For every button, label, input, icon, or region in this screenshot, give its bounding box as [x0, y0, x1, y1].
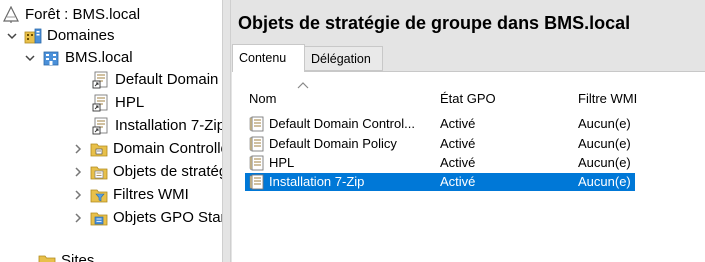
tree-item-forest[interactable]: Forêt : BMS.local [2, 4, 140, 26]
column-header-wmi[interactable]: Filtre WMI [578, 72, 698, 108]
cell-state: Activé [440, 136, 476, 151]
chevron-right-icon[interactable] [70, 187, 86, 203]
tree-item-domain-controllers[interactable]: Domain Controllers [70, 138, 222, 160]
tree-item-gpo-container[interactable]: Objets de stratégie de groupe [70, 161, 222, 183]
starter-gpo-folder-icon [90, 209, 108, 227]
tree-item-label: Objets de stratégie de groupe [113, 163, 222, 180]
tree-item-label: Forêt : BMS.local [25, 6, 141, 23]
table-row[interactable]: HPL Activé Aucun(e) [232, 154, 705, 172]
table-row[interactable]: Default Domain Policy Activé Aucun(e) [232, 135, 705, 153]
tab-delegation[interactable]: Délégation [305, 46, 383, 71]
gpo-link-icon [92, 71, 110, 89]
sites-icon [38, 252, 56, 262]
table-row[interactable]: Default Domain Control... Activé Aucun(e… [232, 115, 705, 133]
tree-item-gpo-link[interactable]: HPL [92, 92, 144, 114]
wmi-filter-folder-icon [90, 186, 108, 204]
gpo-icon [249, 116, 265, 132]
cell-name: Default Domain Control... [269, 116, 415, 131]
chevron-right-icon[interactable] [70, 141, 86, 157]
tree-item-label: BMS.local [65, 49, 133, 66]
gpo-icon [249, 174, 265, 190]
cell-name: Installation 7-Zip [269, 174, 365, 189]
details-pane: Objets de stratégie de groupe dans BMS.l… [231, 0, 705, 262]
tree-item-label: Sites [61, 252, 95, 262]
cell-name: Default Domain Policy [269, 136, 397, 151]
cell-wmi: Aucun(e) [578, 116, 631, 131]
tree-item-domains[interactable]: Domaines [4, 25, 115, 47]
sort-ascending-icon [297, 77, 309, 92]
domain-icon [42, 49, 60, 67]
tree-item-label: Installation 7-Zip [115, 117, 222, 134]
tree-item-sites[interactable]: Sites [22, 250, 94, 262]
tab-contenu[interactable]: Contenu [232, 44, 305, 72]
cell-wmi: Aucun(e) [578, 155, 631, 170]
gpmc-window: Forêt : BMS.local Domaines BMS.local Def… [0, 0, 705, 262]
cell-state: Activé [440, 155, 476, 170]
cell-state: Activé [440, 174, 476, 189]
tree-item-gpo-link[interactable]: Default Domain Policy [92, 69, 222, 91]
tree-item-bms-local[interactable]: BMS.local [22, 47, 133, 69]
table-row-selected[interactable]: Installation 7-Zip Activé Aucun(e) [245, 173, 635, 191]
gpo-list[interactable]: Nom État GPO Filtre WMI Default Domain C… [232, 71, 705, 262]
console-tree[interactable]: Forêt : BMS.local Domaines BMS.local Def… [0, 0, 222, 262]
gpo-icon [249, 155, 265, 171]
gpo-link-icon [92, 117, 110, 135]
tree-item-label: Filtres WMI [113, 186, 189, 203]
tree-item-label: Domain Controllers [113, 140, 222, 157]
page-title: Objets de stratégie de groupe dans BMS.l… [238, 13, 631, 33]
column-header-state[interactable]: État GPO [440, 72, 570, 108]
ou-folder-icon [90, 140, 108, 158]
cell-wmi: Aucun(e) [578, 136, 631, 151]
tree-item-label: Default Domain Policy [115, 71, 222, 88]
gpo-icon [249, 136, 265, 152]
gpo-link-icon [92, 94, 110, 112]
chevron-down-icon[interactable] [4, 28, 20, 44]
tree-item-label: Objets GPO Starter [113, 209, 222, 226]
chevron-right-icon[interactable] [70, 164, 86, 180]
forest-icon [2, 5, 20, 24]
tree-item-wmi-filters[interactable]: Filtres WMI [70, 184, 189, 206]
column-header-name[interactable]: Nom [249, 72, 439, 108]
tree-item-gpo-link[interactable]: Installation 7-Zip [92, 115, 222, 137]
chevron-right-icon[interactable] [70, 210, 86, 226]
tree-item-label: Domaines [47, 27, 115, 44]
pane-splitter[interactable] [222, 0, 231, 262]
tree-item-label: HPL [115, 94, 145, 111]
tree-item-starter-gpos[interactable]: Objets GPO Starter [70, 207, 222, 229]
gpo-container-icon [90, 163, 108, 181]
cell-wmi: Aucun(e) [578, 174, 631, 189]
chevron-down-icon[interactable] [22, 50, 38, 66]
cell-name: HPL [269, 155, 295, 170]
domains-icon [24, 27, 42, 45]
cell-state: Activé [440, 116, 476, 131]
